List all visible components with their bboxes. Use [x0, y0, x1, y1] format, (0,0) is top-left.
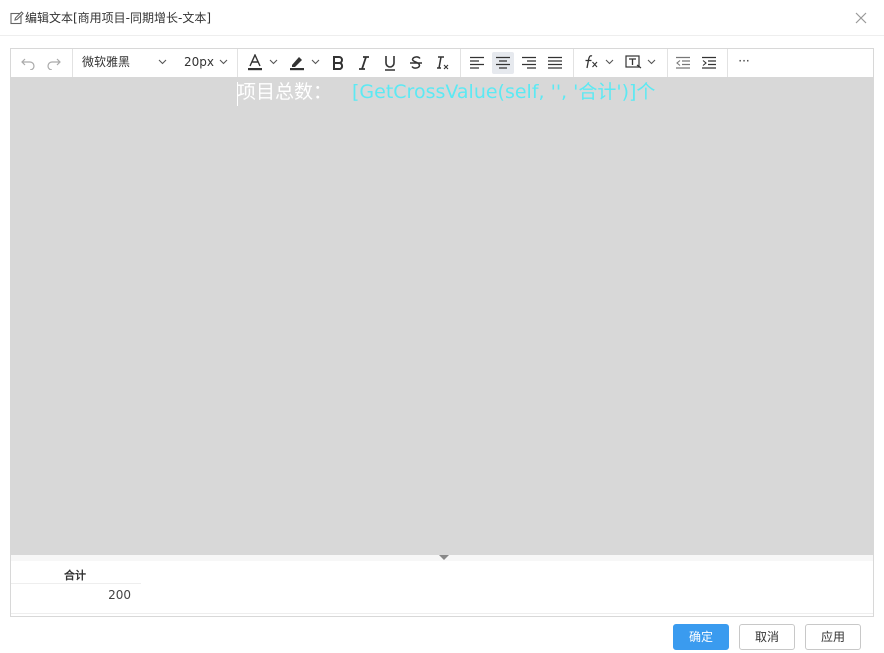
font-family-value: 微软雅黑: [82, 55, 131, 69]
font-color-button[interactable]: [245, 52, 281, 74]
insert-field-button[interactable]: [623, 52, 659, 74]
toolbar-divider: [573, 49, 574, 77]
toolbar-divider: [72, 49, 73, 77]
strikethrough-icon[interactable]: [405, 52, 427, 74]
align-center-icon[interactable]: [492, 52, 514, 74]
toolbar-divider: [460, 49, 461, 77]
redo-icon[interactable]: [44, 52, 64, 74]
toolbar-divider: [727, 49, 728, 77]
bold-icon[interactable]: [327, 52, 349, 74]
indent-icon[interactable]: [698, 52, 720, 74]
editor-content-area[interactable]: 项目总数： [GetCrossValue(self, '', '合计')]个: [11, 78, 873, 555]
preview-column-header: 合计: [64, 569, 86, 582]
align-right-icon[interactable]: [518, 52, 540, 74]
more-button[interactable]: ···: [733, 52, 755, 74]
formula-token[interactable]: [GetCrossValue(self, '', '合计')]: [352, 81, 636, 103]
function-icon: [583, 54, 599, 70]
dialog-title: 编辑文本[商用项目-同期增长-文本]: [25, 11, 212, 25]
chevron-down-icon: [605, 59, 614, 65]
toolbar-divider: [237, 49, 238, 77]
chevron-down-icon: [158, 59, 167, 65]
collapse-triangle-icon[interactable]: [439, 555, 449, 560]
insert-field-icon: [625, 54, 642, 70]
data-preview-panel: 合计 200: [11, 561, 873, 616]
font-family-select[interactable]: 微软雅黑: [76, 52, 171, 74]
align-justify-icon[interactable]: [544, 52, 566, 74]
more-icon: ···: [738, 54, 750, 68]
underline-icon[interactable]: [379, 52, 401, 74]
cancel-button[interactable]: 取消: [739, 624, 795, 650]
chevron-down-icon: [219, 59, 228, 65]
editor-label-text: 项目总数：: [237, 81, 333, 103]
chevron-down-icon: [269, 59, 278, 65]
editor-text-line[interactable]: 项目总数： [GetCrossValue(self, '', '合计')]个: [237, 79, 655, 105]
close-icon[interactable]: [853, 10, 869, 26]
rich-text-editor: 微软雅黑 20px ··· 项目总数： [GetCrossValue(self,…: [10, 48, 874, 617]
preview-header-divider: [11, 583, 141, 584]
function-button[interactable]: [581, 52, 617, 74]
align-left-icon[interactable]: [466, 52, 488, 74]
edit-icon: [10, 10, 24, 25]
highlighter-icon: [289, 54, 305, 71]
confirm-button[interactable]: 确定: [673, 624, 729, 650]
italic-icon[interactable]: [353, 52, 375, 74]
preview-bottom-divider: [11, 613, 873, 614]
preview-cell-value: 200: [108, 588, 131, 602]
undo-icon[interactable]: [18, 52, 38, 74]
outdent-icon[interactable]: [672, 52, 694, 74]
editor-toolbar: 微软雅黑 20px ···: [11, 49, 873, 78]
highlight-color-button[interactable]: [287, 52, 323, 74]
editor-suffix-text: 个: [636, 81, 656, 103]
font-size-select[interactable]: 20px: [179, 52, 231, 74]
apply-button[interactable]: 应用: [805, 624, 861, 650]
chevron-down-icon: [311, 59, 320, 65]
font-color-icon: [247, 54, 263, 71]
font-size-value: 20px: [184, 55, 214, 69]
clear-format-icon[interactable]: [431, 52, 453, 74]
dialog-titlebar: 编辑文本[商用项目-同期增长-文本]: [0, 0, 884, 36]
toolbar-divider: [667, 49, 668, 77]
chevron-down-icon: [647, 59, 656, 65]
